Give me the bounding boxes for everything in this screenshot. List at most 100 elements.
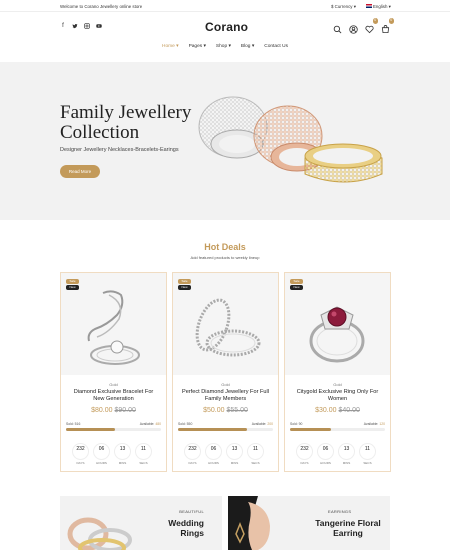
banner-kicker: BEAUTIFUL [179, 509, 204, 514]
banner-title: Wedding Rings [168, 518, 204, 538]
timer-secs: 11 [359, 443, 376, 460]
stock-progress-bar [290, 428, 385, 431]
nav-item-pages[interactable]: Pages ▾ [189, 44, 206, 58]
product-category: Gold [109, 382, 118, 387]
language-dropdown[interactable]: English ▾ [366, 4, 391, 10]
timer-hours: 06 [205, 443, 222, 460]
nav-shop-label: Shop [215, 44, 228, 49]
currency-dropdown[interactable]: $ Currency ▾ [331, 4, 356, 10]
hero-banner: Family Jewellery Collection Designer Jew… [0, 62, 450, 220]
product-name[interactable]: Diamond Exclusive Bracelet For New Gener… [69, 389, 158, 403]
nav-contact-label: Contact Us [264, 44, 288, 49]
timer-secs-label: SECS [251, 461, 260, 465]
timer-days: 232 [184, 443, 201, 460]
product-image-area[interactable]: Sale New [285, 273, 390, 375]
available-label: Available: [363, 422, 379, 426]
banner-title-line2: Earring [333, 528, 363, 538]
timer-mins: 13 [226, 443, 243, 460]
timer-days-label: DAYS [76, 461, 85, 465]
timer-hours-value: 06 [322, 446, 329, 452]
product-image-area[interactable]: Sale New [173, 273, 278, 375]
language-label: English [373, 3, 388, 9]
product-prices: $50.00 $55.00 [173, 407, 278, 414]
countdown-timer: 232 06 13 11 [184, 443, 264, 460]
timer-secs: 11 [247, 443, 264, 460]
available-value: 200 [267, 422, 273, 426]
banner-title-line1: Tangerine Floral [315, 518, 381, 528]
timer-hours-value: 06 [210, 446, 217, 452]
countdown-timer: 232 06 13 11 [296, 443, 376, 460]
logo[interactable]: Corano [205, 20, 248, 34]
currency-label: $ Currency [331, 3, 353, 9]
hot-deals-subtitle: Add featured products to weekly lineup [190, 255, 260, 260]
instagram-icon[interactable] [84, 23, 90, 31]
hero-subtitle: Designer Jewellery Necklaces-Bracelets-E… [60, 147, 179, 153]
available-value: 120 [379, 422, 385, 426]
timer-days-value: 232 [76, 446, 85, 452]
product-prices: $80.00 $90.00 [61, 407, 166, 414]
product-card[interactable]: Sale New Gold Diamond Exclusive Bracelet… [60, 272, 167, 472]
available-count: Available: 480 [140, 422, 161, 426]
welcome-text: Welcome to Corano Jewellery online store [60, 3, 143, 9]
nav-home-label: Home [162, 44, 175, 49]
stock-progress-fill [290, 428, 331, 431]
timer-labels: DAYS HOURS MINS SECS [72, 461, 152, 465]
timer-mins-value: 13 [231, 446, 238, 452]
cart-count-badge: 0 [388, 18, 394, 24]
facebook-icon[interactable]: f [60, 23, 66, 31]
cart-icon[interactable]: 0 [381, 18, 394, 34]
nav-item-home[interactable]: Home ▾ [162, 44, 179, 58]
product-image-area[interactable]: Sale New [61, 273, 166, 375]
product-category: Gold [333, 382, 342, 387]
available-label: Available: [251, 422, 267, 426]
timer-labels: DAYS HOURS MINS SECS [184, 461, 264, 465]
wedding-rings-banner[interactable]: BEAUTIFUL Wedding Rings [60, 496, 222, 550]
banner-kicker: EARRINGS [328, 509, 352, 514]
youtube-icon[interactable] [96, 23, 102, 31]
tangerine-earring-banner[interactable]: EARRINGS Tangerine Floral Earring [228, 496, 390, 550]
top-bar: Welcome to Corano Jewellery online store… [0, 0, 450, 12]
timer-days-label: DAYS [188, 461, 197, 465]
user-icon[interactable] [349, 21, 358, 34]
stock-info: Sold: 90 Available: 120 [290, 422, 385, 426]
timer-secs-label: SECS [139, 461, 148, 465]
uk-flag-icon [366, 4, 372, 9]
timer-mins-value: 13 [343, 446, 350, 452]
sold-count: Sold: 516 [66, 422, 81, 426]
read-more-button[interactable]: Read More [60, 165, 100, 178]
product-card[interactable]: Sale New Gold Citygold Exclusive Ring On… [284, 272, 391, 472]
stock-progress-bar [66, 428, 161, 431]
sale-badge: Sale [290, 279, 303, 284]
nav-item-contact[interactable]: Contact Us [264, 44, 288, 58]
wishlist-count-badge: 0 [372, 18, 378, 24]
banner-title-line2: Rings [180, 528, 204, 538]
available-count: Available: 120 [364, 422, 385, 426]
twitter-icon[interactable] [72, 23, 78, 31]
stock-progress-fill [178, 428, 248, 431]
nav-item-blog[interactable]: Blog ▾ [241, 44, 254, 58]
stock-progress-bar [178, 428, 273, 431]
timer-hours-value: 06 [98, 446, 105, 452]
stock-progress-fill [66, 428, 116, 431]
timer-hours: 06 [93, 443, 110, 460]
product-old-price: $55.00 [226, 407, 248, 414]
banner-title: Tangerine Floral Earring [308, 518, 388, 538]
product-price: $50.00 [203, 407, 225, 414]
available-count: Available: 200 [252, 422, 273, 426]
heart-icon[interactable]: 0 [365, 18, 378, 34]
timer-hours-label: HOURS [208, 461, 219, 465]
nav-item-shop[interactable]: Shop ▾ [216, 44, 231, 58]
product-name[interactable]: Citygold Exclusive Ring Only For Women [293, 389, 382, 403]
timer-secs-value: 11 [364, 446, 371, 452]
product-category: Gold [221, 382, 230, 387]
product-price: $30.00 [315, 407, 337, 414]
hero-title: Family Jewellery Collection [60, 103, 191, 143]
timer-hours: 06 [317, 443, 334, 460]
timer-days: 232 [72, 443, 89, 460]
product-card[interactable]: Sale New Gold Perfect Diamond Jewellery … [172, 272, 279, 472]
search-icon[interactable] [333, 21, 342, 34]
timer-mins-value: 13 [119, 446, 126, 452]
timer-days-value: 232 [300, 446, 309, 452]
product-name[interactable]: Perfect Diamond Jewellery For Full Famil… [181, 389, 270, 403]
sold-count: Sold: 90 [290, 422, 303, 426]
